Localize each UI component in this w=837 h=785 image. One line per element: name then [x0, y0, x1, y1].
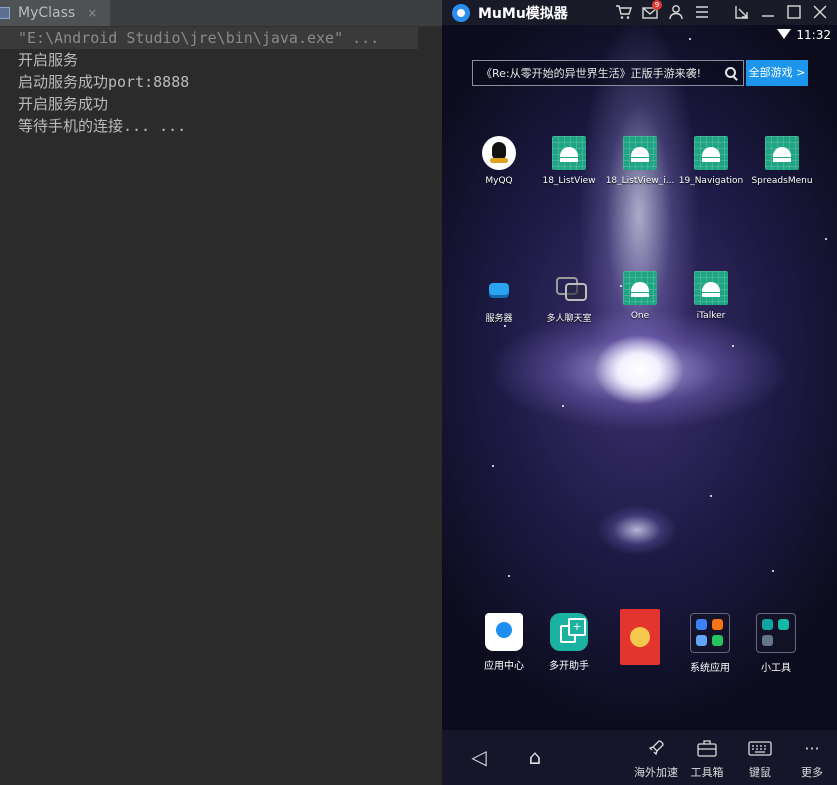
mail-badge: 9 [652, 0, 662, 10]
nav-label: 更多 [801, 766, 823, 779]
run-tab-myclass[interactable]: MyClass × [0, 0, 110, 26]
star [689, 38, 691, 40]
android-icon [623, 136, 657, 170]
android-icon [765, 136, 799, 170]
app-label: SpreadsMenu [751, 176, 813, 186]
menu-icon[interactable] [693, 3, 711, 21]
nav-label: 键鼠 [749, 766, 771, 779]
app-label: MyQQ [485, 176, 513, 186]
home-icon: ⌂ [528, 745, 542, 769]
star [732, 345, 734, 347]
app-chat-room[interactable]: 多人聊天室 [532, 271, 606, 324]
back-icon: ◁ [471, 745, 487, 769]
app-label: One [630, 311, 650, 321]
emulator-title: MuMu模拟器 [478, 5, 568, 22]
app-label: 多人聊天室 [546, 314, 592, 324]
console-line: 开启服务 [18, 51, 79, 69]
more-icon: ··· [804, 739, 820, 758]
console-icon [0, 7, 10, 19]
star [562, 405, 564, 407]
app-one[interactable]: One [603, 271, 677, 321]
close-icon[interactable] [811, 3, 829, 21]
android-home-screen[interactable]: 11:32 《Re:从零开始的异世界生活》正版手游来袭! 全部游戏 > MyQQ… [442, 25, 837, 730]
cart-icon[interactable] [614, 3, 632, 21]
toolbox-button[interactable]: 工具箱 [684, 730, 730, 780]
nav-label: 海外加速 [634, 766, 678, 779]
star [772, 570, 774, 572]
star [492, 465, 494, 467]
console-output[interactable]: "E:\Android Studio\jre\bin\java.exe" ...… [0, 27, 442, 137]
folder-icon [690, 613, 730, 653]
app-label: iTalker [696, 311, 726, 321]
android-icon [694, 271, 728, 305]
app-18-listview-i[interactable]: 18_ListView_i... [603, 136, 677, 186]
dock-red-packet[interactable] [605, 609, 675, 671]
star [710, 495, 712, 497]
app-label: 19_Navigation [678, 176, 744, 186]
android-icon [552, 136, 586, 170]
chat-icon [552, 271, 587, 305]
app-server[interactable]: 服务器 [462, 271, 536, 324]
user-icon[interactable] [667, 3, 685, 21]
emulator-nav-bar: ◁ ⌂ 海外加速 工具箱 键鼠 ··· 更多 [442, 730, 837, 785]
dock-label: 多开助手 [549, 661, 589, 672]
android-icon [694, 136, 728, 170]
close-icon[interactable]: × [87, 6, 97, 20]
keyboard-icon [738, 734, 782, 764]
overseas-boost-button[interactable]: 海外加速 [628, 730, 684, 780]
red-packet-icon [620, 609, 660, 665]
star [504, 325, 506, 327]
console-line: 等待手机的连接... ... [18, 117, 187, 135]
rocket-icon [628, 734, 684, 764]
run-tab-label: MyClass [18, 5, 76, 21]
more-button[interactable]: ··· 更多 [792, 730, 832, 780]
app-myqq[interactable]: MyQQ [462, 136, 536, 186]
ide-run-panel: MyClass × "E:\Android Studio\jre\bin\jav… [0, 0, 442, 785]
console-line: 启动服务成功port:8888 [18, 73, 190, 91]
emulator-title-bar: MuMu模拟器 9 [442, 0, 837, 25]
search-bar[interactable]: 《Re:从零开始的异世界生活》正版手游来袭! [472, 60, 744, 86]
search-input[interactable]: 《Re:从零开始的异世界生活》正版手游来袭! [473, 65, 723, 81]
server-icon [482, 271, 516, 305]
dock-label: 小工具 [761, 663, 791, 674]
app-19-navigation[interactable]: 19_Navigation [674, 136, 748, 186]
dock-tools[interactable]: 小工具 [741, 613, 811, 674]
console-line: 开启服务成功 [18, 95, 109, 113]
mumu-logo-icon [452, 3, 470, 22]
multi-open-icon [550, 613, 588, 651]
console-line-command: "E:\Android Studio\jre\bin\java.exe" ... [0, 27, 418, 49]
home-button[interactable]: ⌂ [520, 730, 550, 772]
all-games-button[interactable]: 全部游戏 > [746, 60, 808, 86]
dock-label: 系统应用 [690, 663, 730, 674]
emulator-window: MuMu模拟器 9 11:32 《Re:从零开始的异世界生活》正版手游来袭! 全… [442, 0, 837, 785]
mail-icon[interactable]: 9 [641, 0, 662, 21]
app-italker[interactable]: iTalker [674, 271, 748, 321]
folder-icon [756, 613, 796, 653]
dock-app-center[interactable]: 应用中心 [469, 613, 539, 672]
maximize-icon[interactable] [785, 3, 803, 21]
qq-icon [482, 136, 516, 170]
exit-fullscreen-icon[interactable] [733, 3, 751, 21]
toolbox-icon [684, 734, 730, 764]
wifi-icon [777, 29, 791, 39]
dock-label: 应用中心 [484, 661, 524, 672]
star [508, 575, 510, 577]
app-label: 服务器 [485, 314, 513, 324]
minimize-icon[interactable] [759, 3, 777, 21]
app-18-listview[interactable]: 18_ListView [532, 136, 606, 186]
app-label: 18_ListView [542, 176, 596, 186]
android-icon [623, 271, 657, 305]
star [825, 238, 827, 240]
app-label: 18_ListView_i... [605, 176, 675, 186]
app-store-icon [485, 613, 523, 651]
run-tab-bar: MyClass × [0, 0, 442, 27]
nav-label: 工具箱 [690, 766, 724, 779]
keyboard-mouse-button[interactable]: 键鼠 [738, 730, 782, 780]
dock-multi-open[interactable]: 多开助手 [534, 613, 604, 672]
dock-system-apps[interactable]: 系统应用 [675, 613, 745, 674]
search-icon[interactable] [723, 65, 739, 81]
app-spreadsmenu[interactable]: SpreadsMenu [745, 136, 819, 186]
status-time: 11:32 [796, 28, 831, 42]
back-button[interactable]: ◁ [464, 730, 494, 772]
